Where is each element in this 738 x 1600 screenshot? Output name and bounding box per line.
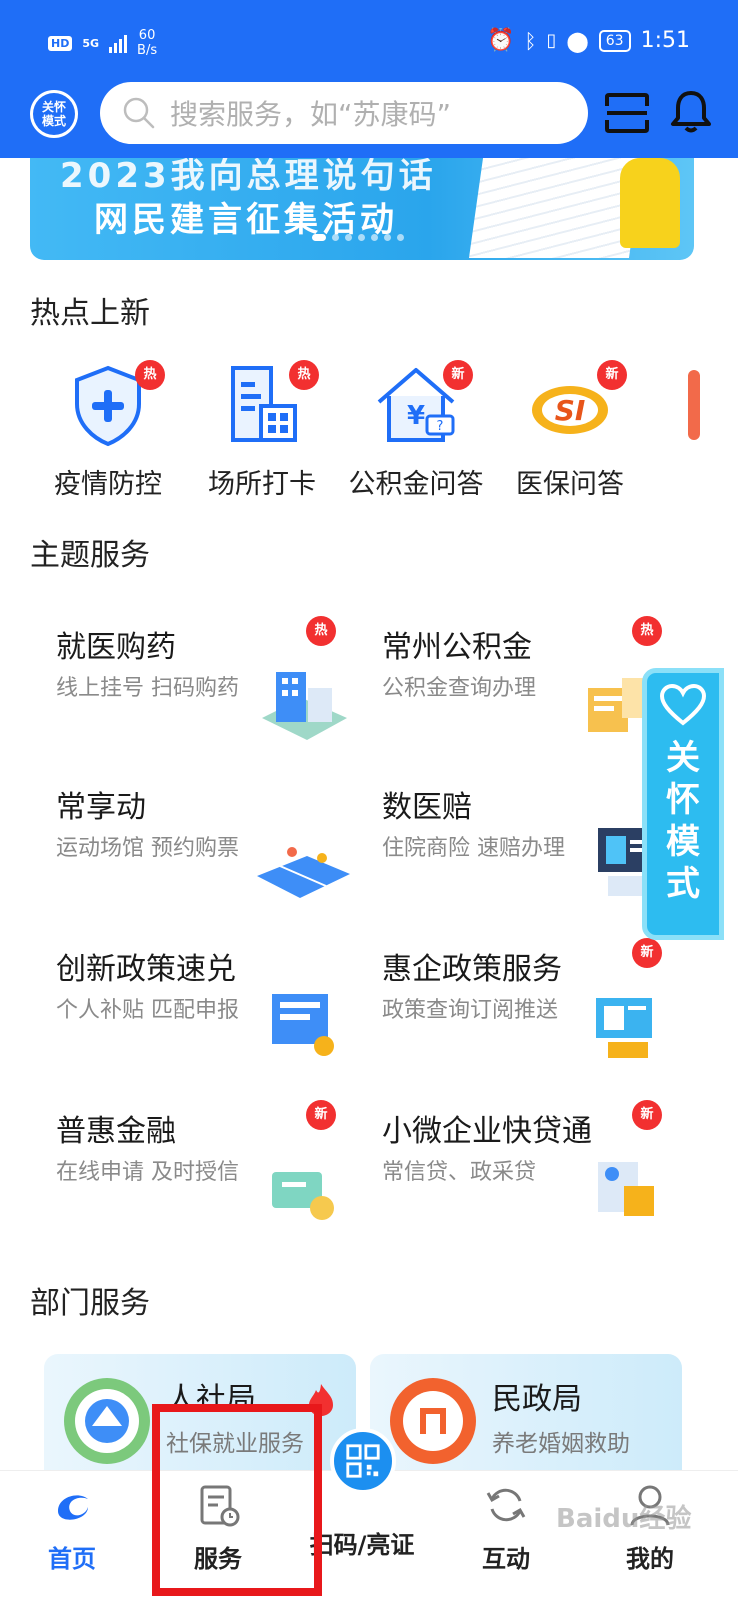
hot-item-medical-insurance-qa[interactable]: SI 新 医保问答 [490, 360, 650, 500]
card-desc: 在线申请 及时授信 [56, 1160, 239, 1185]
new-badge: 新 [632, 938, 662, 968]
hot-item-venue-checkin[interactable]: 热 场所打卡 [182, 360, 342, 500]
section-title-departments: 部门服务 [30, 1286, 150, 1321]
hot-item-housing-fund-qa[interactable]: ¥ ? 新 公积金问答 [336, 360, 496, 500]
highlight-box [152, 1404, 322, 1596]
card-title: 创新政策速兑 [56, 952, 236, 987]
hot-badge: 热 [306, 616, 336, 646]
svg-text:¥: ¥ [407, 401, 425, 431]
dept-card-civil-affairs[interactable]: 民政局 养老婚姻救助 [370, 1354, 682, 1484]
sports-court-illustration [257, 847, 350, 898]
baidu-watermark: Baidu经验 [556, 1504, 692, 1534]
theme-card-sme-loans[interactable]: 小微企业快贷通 常信贷、政采贷 新 [382, 1100, 702, 1256]
signal-icon [109, 33, 128, 53]
card-desc: 个人补贴 匹配申报 [56, 998, 239, 1023]
nav-label: 首页 [48, 1545, 96, 1573]
network-type: 5G [82, 36, 100, 50]
banner-person-illustration [620, 158, 680, 248]
hot-new-row: 热 疫情防控 热 场所打卡 ¥ ? 新 公积金问答 SI 新 医保问答 [0, 360, 738, 500]
care-mode-button[interactable]: 关怀模式 [30, 90, 78, 138]
card-title: 常州公积金 [382, 630, 532, 665]
dept-name: 民政局 [492, 1382, 582, 1417]
new-badge: 新 [632, 1100, 662, 1130]
section-title-hot-new: 热点上新 [30, 296, 150, 331]
theme-card-sports[interactable]: 常享动 运动场馆 预约购票 [56, 782, 376, 932]
card-desc: 政策查询订阅推送 [382, 998, 559, 1023]
card-desc: 常信贷、政采贷 [382, 1160, 537, 1185]
search-icon [123, 97, 155, 129]
new-badge: 新 [597, 360, 627, 390]
dept-desc: 养老婚姻救助 [492, 1431, 630, 1457]
banner-pagination [312, 234, 404, 241]
hot-item-label: 疫情防控 [54, 469, 162, 500]
qr-code-icon [346, 1444, 380, 1478]
clock: 1:51 [640, 28, 690, 53]
card-desc: 住院商险 速赔办理 [382, 836, 565, 861]
loan-illustration [598, 1162, 654, 1216]
nav-label: 我的 [626, 1545, 674, 1573]
card-desc: 线上挂号 扫码购药 [56, 676, 239, 701]
scan-center-button[interactable] [330, 1428, 396, 1494]
scan-icon[interactable] [604, 92, 650, 134]
refresh-cycle-icon [486, 1488, 526, 1522]
hot-item-label: 场所打卡 [208, 469, 316, 500]
search-placeholder: 搜索服务，如“苏康码” [170, 98, 452, 131]
nav-home[interactable]: 首页 [12, 1481, 132, 1574]
card-desc: 公积金查询办理 [382, 676, 537, 701]
nav-label: 互动 [482, 1545, 530, 1573]
battery-indicator: 63 [598, 29, 631, 52]
heart-icon [659, 683, 707, 726]
care-mode-vertical-label: 关怀模式 [666, 738, 700, 904]
location-icon: ⬤ [566, 28, 589, 53]
card-title: 惠企政策服务 [382, 952, 562, 987]
status-bar: HD 5G 60 B/s ⏰ ᛒ ▯ ⬤ 63 1:51 [0, 0, 738, 80]
home-swirl-icon [58, 1495, 88, 1520]
next-item-peek [688, 370, 700, 440]
banner-paper-illustration [468, 158, 644, 258]
policy-illustration [272, 994, 334, 1056]
search-bar[interactable]: 搜索服务，如“苏康码” [100, 82, 588, 144]
svg-text:?: ? [437, 419, 444, 434]
hot-badge: 热 [289, 360, 319, 390]
enterprise-illustration [596, 998, 652, 1058]
nav-interaction[interactable]: 互动 [446, 1481, 566, 1574]
hospital-illustration [262, 672, 347, 740]
card-title: 就医购药 [56, 630, 176, 665]
card-title: 小微企业快贷通 [382, 1114, 592, 1149]
bluetooth-icon: ᛒ [524, 28, 537, 53]
hot-item-label: 医保问答 [516, 469, 624, 500]
app-header: HD 5G 60 B/s ⏰ ᛒ ▯ ⬤ 63 1:51 关怀模式 搜索服务，如“… [0, 0, 738, 158]
vibrate-icon: ▯ [546, 30, 557, 51]
card-title: 普惠金融 [56, 1114, 176, 1149]
promo-banner[interactable]: 2023我向总理说句话 网民建言征集活动 [30, 158, 694, 260]
card-desc: 运动场馆 预约购票 [56, 836, 239, 861]
finance-illustration [272, 1172, 334, 1220]
theme-card-policy-redeem[interactable]: 创新政策速兑 个人补贴 匹配申报 [56, 944, 376, 1094]
hot-item-label: 公积金问答 [348, 469, 484, 500]
hot-badge: 热 [632, 616, 662, 646]
theme-card-enterprise-policy[interactable]: 惠企政策服务 政策查询订阅推送 新 [382, 938, 702, 1094]
net-speed: 60 B/s [137, 28, 158, 58]
hot-item-epidemic[interactable]: 热 疫情防控 [28, 360, 188, 500]
hd-indicator: HD [48, 35, 73, 51]
care-mode-float-tab[interactable]: 关怀模式 [642, 668, 724, 940]
card-title: 常享动 [56, 790, 146, 825]
section-title-theme-services: 主题服务 [30, 538, 150, 573]
care-mode-label: 关怀模式 [33, 93, 75, 135]
card-title: 数医赔 [382, 790, 472, 825]
theme-card-medical[interactable]: 就医购药 线上挂号 扫码购药 热 [56, 616, 376, 772]
alarm-icon: ⏰ [487, 28, 515, 53]
new-badge: 新 [443, 360, 473, 390]
hrss-logo-icon [64, 1378, 150, 1464]
new-badge: 新 [306, 1100, 336, 1130]
civil-affairs-logo-icon [390, 1378, 476, 1464]
svg-text:SI: SI [555, 394, 586, 427]
theme-card-inclusive-finance[interactable]: 普惠金融 在线申请 及时授信 新 [56, 1100, 376, 1256]
notification-bell-icon[interactable] [668, 88, 714, 134]
hot-badge: 热 [135, 360, 165, 390]
